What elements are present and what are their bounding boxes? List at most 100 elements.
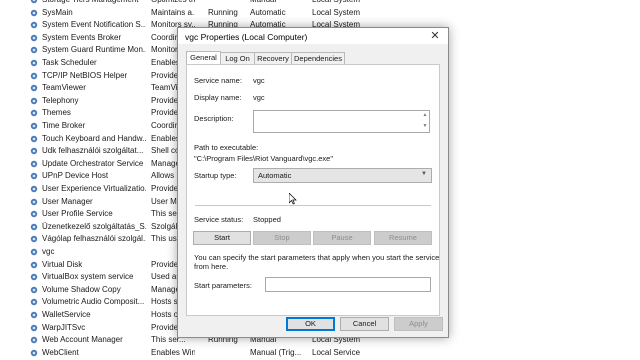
start-params-hint-line1: You can specify the start parameters tha… xyxy=(194,253,440,262)
service-name: Update Orchestrator Service xyxy=(42,158,144,168)
description-label: Description: xyxy=(194,114,234,123)
service-name: User Manager xyxy=(42,196,93,206)
apply-button[interactable]: Apply xyxy=(394,317,443,331)
cancel-button[interactable]: Cancel xyxy=(340,317,389,331)
scroll-up-icon[interactable]: ▲ xyxy=(422,112,428,118)
service-properties-dialog: vgc Properties (Local Computer) ✕ Genera… xyxy=(177,27,449,338)
gear-icon xyxy=(30,299,38,306)
service-name: Telephony xyxy=(42,95,79,105)
gear-icon xyxy=(30,122,38,130)
gear-icon xyxy=(30,160,38,167)
service-name: User Experience Virtualizatio... xyxy=(42,184,146,193)
general-tab-panel: Service name: vgc Display name: vgc Desc… xyxy=(186,64,440,316)
gear-icon xyxy=(30,34,38,41)
path-value: "C:\Program Files\Riot Vanguard\vgc.exe" xyxy=(194,154,333,163)
service-name: SysMain xyxy=(42,7,73,17)
service-log-on-as: Local System xyxy=(312,7,361,17)
service-description: Maintains a... xyxy=(151,7,195,17)
service-name: WalletService xyxy=(42,310,91,319)
service-name: Üzenetkezelő szolgáltatás_S... xyxy=(42,221,146,231)
gear-icon xyxy=(30,286,38,293)
display-name-value[interactable]: vgc xyxy=(253,93,265,102)
path-label: Path to executable: xyxy=(194,143,259,152)
gear-icon xyxy=(30,336,38,344)
gear-icon xyxy=(30,198,38,205)
scroll-down-icon[interactable]: ▼ xyxy=(422,123,428,129)
stop-button[interactable]: Stop xyxy=(253,231,311,245)
service-startup-type: Manual (Trig... xyxy=(250,347,302,357)
description-field[interactable]: ▲ ▼ xyxy=(253,110,430,133)
tab-log-on[interactable]: Log On xyxy=(220,52,255,64)
service-status-value: Stopped xyxy=(253,215,281,224)
gear-icon xyxy=(30,311,38,319)
tab-recovery[interactable]: Recovery xyxy=(254,52,292,64)
service-name: Volume Shadow Copy xyxy=(42,284,121,294)
gear-icon xyxy=(30,9,38,16)
tab-general[interactable]: General xyxy=(186,51,221,65)
service-log-on-as: Local System xyxy=(312,0,372,4)
service-startup-type: Manual xyxy=(250,0,300,4)
service-name: TCP/IP NetBIOS Helper xyxy=(42,70,128,80)
gear-icon xyxy=(30,110,38,117)
start-params-label: Start parameters: xyxy=(194,281,252,290)
service-name: WarpJITSvc xyxy=(42,322,86,332)
chevron-down-icon: ▼ xyxy=(421,171,427,177)
service-description: Enables Win... xyxy=(151,347,195,357)
service-name-value: vgc xyxy=(253,76,265,85)
service-name: Volumetric Audio Composit... xyxy=(42,297,145,307)
close-icon[interactable]: ✕ xyxy=(428,29,442,43)
gear-icon xyxy=(30,349,38,356)
startup-type-select[interactable]: Automatic ▼ xyxy=(253,168,432,183)
ok-button[interactable]: OK xyxy=(286,317,335,331)
start-button[interactable]: Start xyxy=(193,231,251,245)
service-log-on-as: Local Service xyxy=(312,347,361,357)
gear-icon xyxy=(30,248,38,256)
dialog-titlebar[interactable]: vgc Properties (Local Computer) ✕ xyxy=(178,28,448,44)
startup-type-label: Startup type: xyxy=(194,171,237,180)
startup-type-value: Automatic xyxy=(258,171,292,180)
service-name: UPnP Device Host xyxy=(42,171,109,181)
gear-icon xyxy=(30,236,38,243)
gear-icon xyxy=(30,47,38,54)
dialog-title: vgc Properties (Local Computer) xyxy=(185,32,308,42)
gear-icon xyxy=(30,173,38,180)
resume-button[interactable]: Resume xyxy=(374,231,432,245)
gear-icon xyxy=(30,0,38,4)
service-name: Touch Keyboard and Handw... xyxy=(42,133,146,143)
service-row[interactable]: Storage Tiers Management Optimizes th... M… xyxy=(0,0,640,7)
service-row[interactable]: WebClient Enables Win... Manual (Trig... Lo… xyxy=(0,347,640,360)
gear-icon xyxy=(30,273,38,281)
mouse-cursor-icon xyxy=(289,193,297,205)
service-name: Storage Tiers Management xyxy=(42,0,146,4)
display-name-label: Display name: xyxy=(194,93,242,102)
service-name: TeamViewer xyxy=(42,83,86,93)
start-params-input[interactable] xyxy=(265,277,431,292)
service-startup-type: Automatic xyxy=(250,7,286,17)
pause-button[interactable]: Pause xyxy=(313,231,371,245)
service-name: System Guard Runtime Mon... xyxy=(42,45,146,55)
gear-icon xyxy=(30,72,38,79)
gear-icon xyxy=(30,97,38,104)
gear-icon xyxy=(30,324,38,331)
service-name: vgc xyxy=(42,247,55,256)
service-name-label: Service name: xyxy=(194,76,242,85)
gear-icon xyxy=(30,185,38,193)
start-params-hint-line2: from here. xyxy=(194,262,229,271)
service-name: Vágólap felhasználói szolgál... xyxy=(42,234,146,244)
gear-icon xyxy=(30,261,38,268)
service-status: Running xyxy=(208,7,238,17)
service-row[interactable]: SysMain Maintains a... Running Automatic Loc… xyxy=(0,7,640,20)
service-description: Optimizes th... xyxy=(151,0,195,4)
gear-icon xyxy=(30,21,38,29)
gear-icon xyxy=(30,59,38,67)
service-name: Themes xyxy=(42,108,71,118)
section-divider xyxy=(195,205,431,206)
service-name: WebClient xyxy=(42,347,79,357)
gear-icon xyxy=(30,84,38,92)
service-name: System Event Notification S... xyxy=(42,20,146,30)
service-name: Web Account Manager xyxy=(42,335,123,345)
gear-icon xyxy=(30,135,38,142)
gear-icon xyxy=(30,223,38,230)
tab-dependencies[interactable]: Dependencies xyxy=(291,52,345,64)
service-status-label: Service status: xyxy=(194,215,244,224)
